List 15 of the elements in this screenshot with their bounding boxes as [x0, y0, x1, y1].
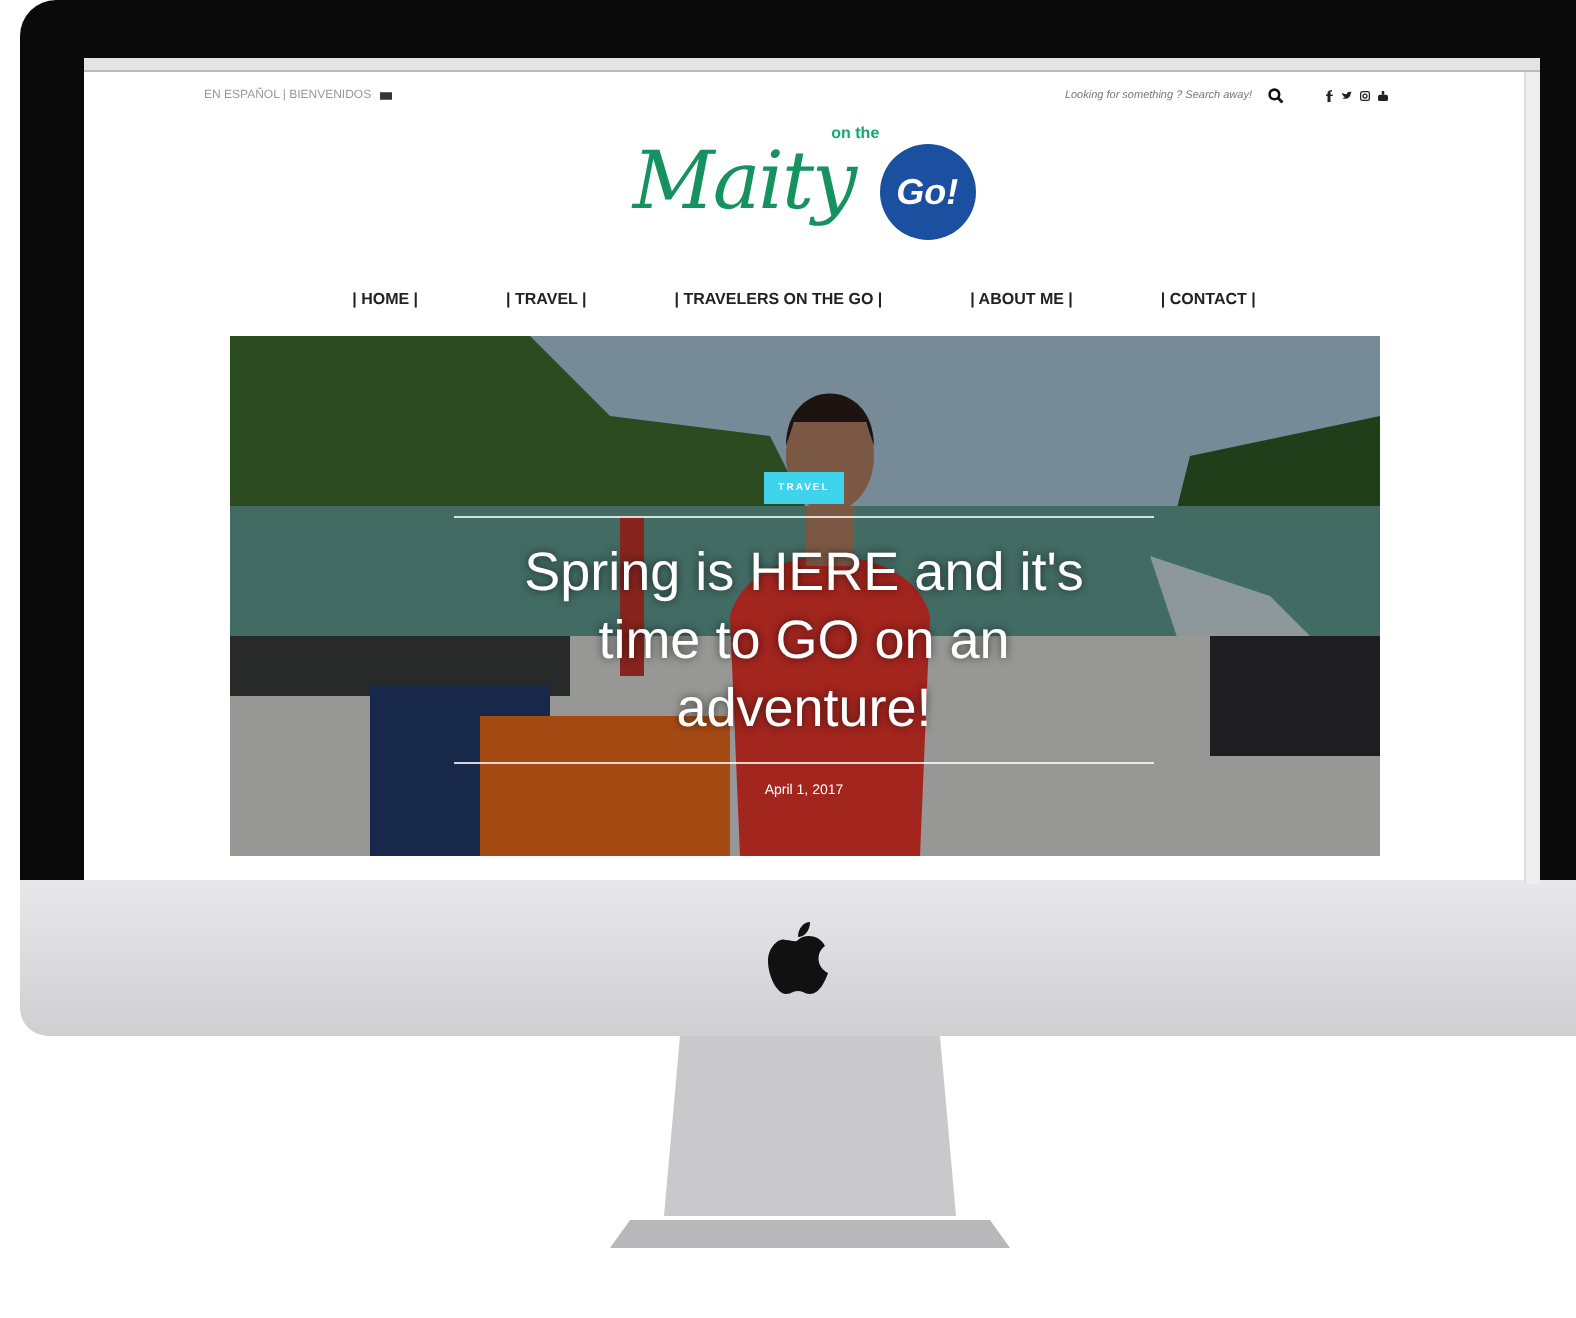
social-icon[interactable]: [1324, 90, 1334, 102]
logo-script: Maity: [632, 136, 856, 228]
nav-link[interactable]: | CONTACT |: [1160, 289, 1256, 307]
bird-icon[interactable]: [1342, 90, 1352, 102]
flag-icon: [379, 92, 392, 100]
nav-link[interactable]: | HOME |: [352, 289, 419, 307]
play-icon[interactable]: [1378, 90, 1388, 102]
nav-link[interactable]: | ABOUT ME |: [970, 289, 1073, 307]
apple-icon: [768, 922, 828, 994]
logo-badge: Go!: [879, 144, 976, 240]
camera-icon[interactable]: [1360, 90, 1370, 102]
nav-link[interactable]: | TRAVEL |: [506, 289, 587, 307]
logo-tagline: on the: [831, 124, 880, 142]
nav-link[interactable]: | TRAVELERS ON THE GO |: [674, 289, 883, 307]
search-icon[interactable]: [1268, 88, 1284, 104]
